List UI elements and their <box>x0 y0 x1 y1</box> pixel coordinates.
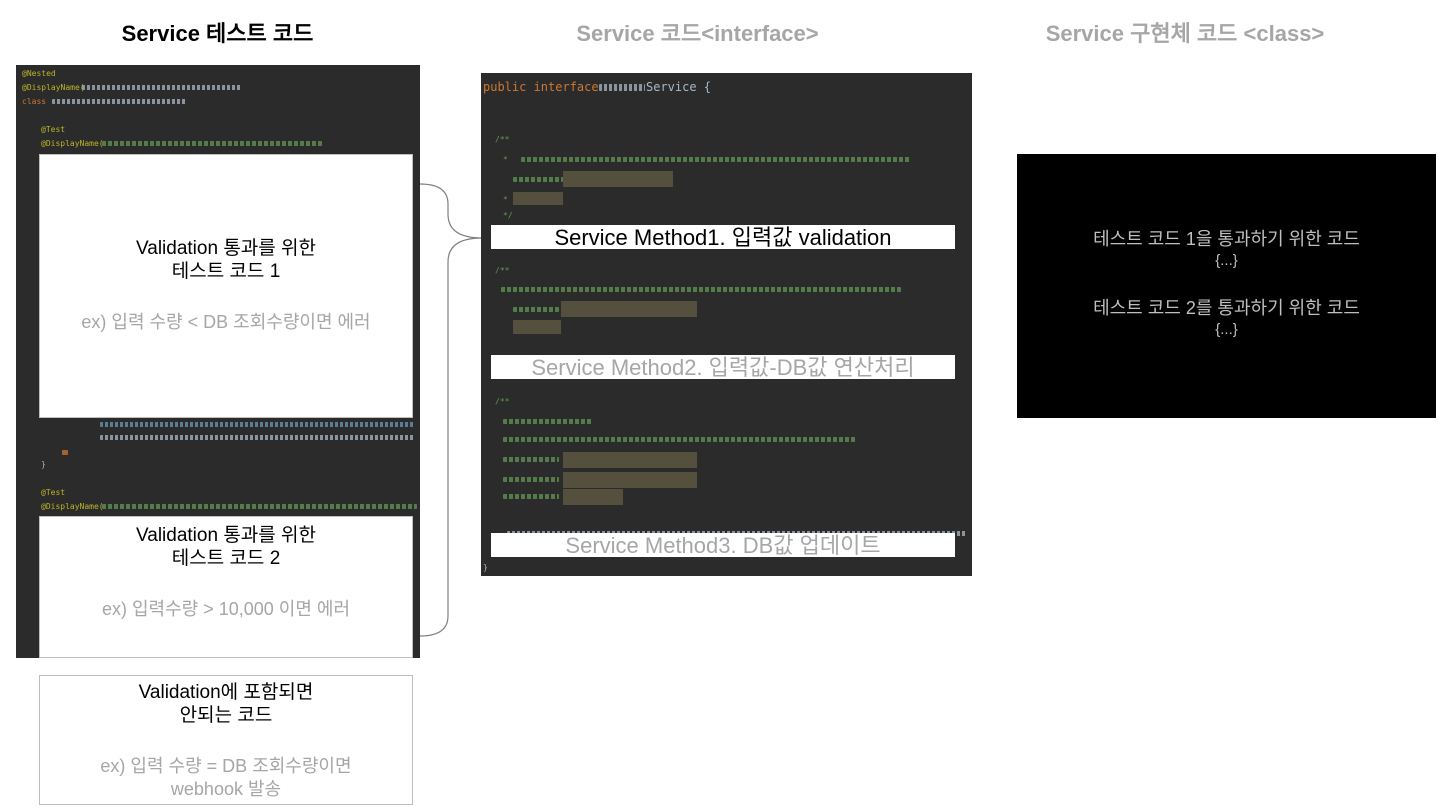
impl-line-2: 테스트 코드 2를 통과하기 위한 코드 <box>1093 298 1360 318</box>
highlighted-text <box>561 301 697 317</box>
blurred-code <box>503 437 857 442</box>
test-annotation: @Test <box>41 488 66 497</box>
highlighted-text <box>513 320 561 334</box>
closing-brace: } <box>41 460 46 469</box>
doc-comment: * <box>503 195 508 204</box>
highlighted-text <box>513 192 563 205</box>
test-box-title: Validation 통과를 위한 <box>136 238 316 259</box>
display-name-annotation: @DisplayName( <box>22 83 85 92</box>
class-keyword: class <box>22 97 47 106</box>
impl-code-heading: Service 구현체 코드 <class> <box>1045 21 1325 46</box>
impl-line-1: 테스트 코드 1을 통과하기 위한 코드 <box>1093 229 1360 249</box>
blurred-code <box>501 287 901 292</box>
blurred-code <box>100 422 415 427</box>
excluded-box-example: ex) 입력 수량 = DB 조회수량이면 <box>100 756 352 776</box>
test-box-example: ex) 입력수량 > 10,000 이면 에러 <box>101 599 351 619</box>
blurred-code <box>503 494 559 499</box>
method-2-label: Service Method2. 입력값-DB값 연산처리 <box>491 355 955 380</box>
highlighted-text <box>563 452 697 468</box>
test-box-title: 테스트 코드 1 <box>171 261 281 282</box>
excluded-box-title: Validation에 포함되면 <box>138 682 314 703</box>
test-annotation: @Test <box>41 125 66 134</box>
excluded-box-example: webhook 발송 <box>170 779 282 799</box>
impl-ellipsis-2: {...} <box>1215 321 1238 338</box>
interface-declaration: public interface <box>483 80 599 94</box>
blurred-code <box>100 435 415 440</box>
doc-comment: /** <box>495 135 510 144</box>
excluded-box-title: 안되는 코드 <box>179 705 273 726</box>
method-1-label: Service Method1. 입력값 validation <box>491 225 955 250</box>
blurred-code <box>599 84 645 91</box>
display-name-annotation: @DisplayName( <box>41 502 104 511</box>
blurred-code <box>503 419 593 424</box>
interface-code-panel: public interface Service { /** * * */ /*… <box>481 73 972 576</box>
method-3-label: Service Method3. DB값 업데이트 <box>491 533 955 558</box>
test-code-1-box: Validation 통과를 위한 테스트 코드 1 ex) 입력 수량 < D… <box>39 154 413 418</box>
doc-comment: /** <box>495 397 510 406</box>
blurred-code <box>503 477 559 482</box>
blurred-code <box>52 99 187 104</box>
display-name-annotation: @DisplayName( <box>41 139 104 148</box>
interface-code-heading: Service 코드<interface> <box>576 21 819 46</box>
doc-comment: /** <box>495 266 510 275</box>
excluded-code-box: Validation에 포함되면 안되는 코드 ex) 입력 수량 = DB 조… <box>39 675 413 805</box>
doc-comment: * <box>503 155 508 164</box>
blurred-code <box>503 457 559 462</box>
interface-name: Service { <box>646 80 712 94</box>
highlighted-text <box>563 489 623 505</box>
blurred-code <box>102 141 322 146</box>
blurred-code <box>521 157 911 162</box>
test-box-example: ex) 입력 수량 < DB 조회수량이면 에러 <box>81 312 371 332</box>
impl-ellipsis-1: {...} <box>1215 252 1238 269</box>
highlighted-text <box>563 171 673 187</box>
blurred-code <box>102 504 417 509</box>
test-code-heading: Service 테스트 코드 <box>121 21 314 46</box>
test-code-2-box: Validation 통과를 위한 테스트 코드 2 ex) 입력수량 > 10… <box>39 516 413 658</box>
brace-connector <box>419 183 483 637</box>
blurred-code <box>62 450 68 455</box>
test-box-title: 테스트 코드 2 <box>171 548 281 569</box>
impl-code-panel: 테스트 코드 1을 통과하기 위한 코드 {...} 테스트 코드 2를 통과하… <box>1017 154 1436 418</box>
blurred-code <box>513 307 559 312</box>
doc-comment: */ <box>503 211 513 220</box>
nested-annotation: @Nested <box>22 69 56 78</box>
highlighted-text <box>563 472 697 488</box>
blurred-code <box>82 85 242 90</box>
test-box-title: Validation 통과를 위한 <box>136 525 316 546</box>
closing-brace: } <box>483 563 488 572</box>
blurred-code <box>513 177 563 182</box>
